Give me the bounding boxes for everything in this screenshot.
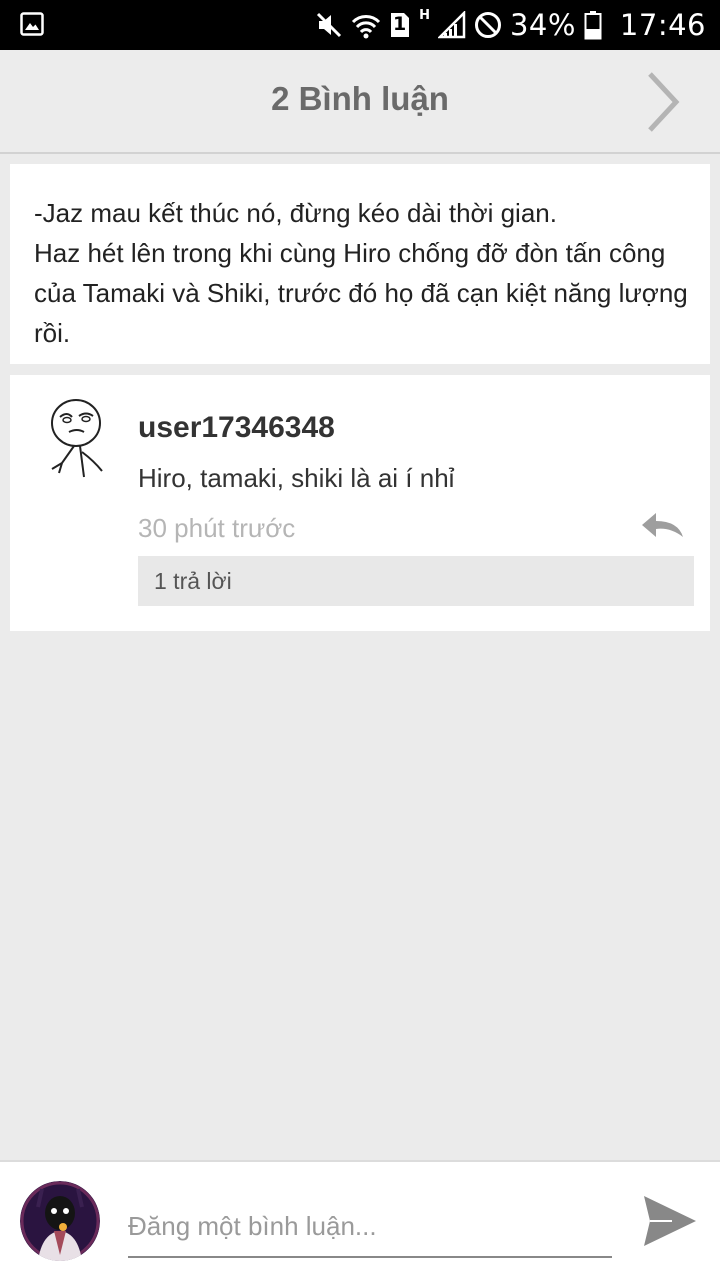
status-bar: 1 H 34% 17:46 — [0, 0, 720, 50]
post-card: -Jaz mau kết thúc nó, đừng kéo dài thời … — [10, 164, 710, 364]
page-title: 2 Bình luận — [271, 80, 449, 117]
mute-icon — [317, 12, 342, 38]
send-icon[interactable] — [642, 1194, 698, 1248]
reply-icon[interactable] — [640, 509, 686, 543]
wifi-icon — [351, 15, 381, 39]
post-text: -Jaz mau kết thúc nó, đừng kéo dài thời … — [34, 198, 688, 348]
comment-time: 30 phút trước — [138, 513, 296, 543]
sim-1-icon: 1 — [389, 11, 411, 39]
gallery-icon — [20, 12, 44, 36]
replies-button[interactable]: 1 trả lời — [138, 556, 694, 606]
user-avatar[interactable] — [20, 1181, 100, 1261]
sim-slot-label: 1 — [392, 13, 407, 35]
comment-input[interactable] — [128, 1196, 612, 1258]
comment-card: user17346348 Hiro, tamaki, shiki là ai í… — [10, 375, 710, 631]
blocked-icon — [474, 12, 501, 38]
chevron-right-icon[interactable] — [636, 70, 692, 134]
comment-input-bar — [0, 1160, 720, 1280]
rage-face-avatar[interactable] — [36, 397, 112, 481]
battery-percent: 34% — [509, 8, 576, 42]
replies-label: 1 trả lời — [154, 567, 232, 594]
network-type-label: H — [419, 8, 430, 23]
clock: 17:46 — [619, 8, 706, 42]
battery-icon — [584, 11, 602, 40]
app-header: 2 Bình luận — [0, 50, 720, 154]
comment-username[interactable]: user17346348 — [138, 411, 335, 445]
comment-text: Hiro, tamaki, shiki là ai í nhỉ — [138, 463, 455, 493]
signal-icon — [437, 11, 466, 39]
status-icons: 1 H 34% 17:46 — [315, 0, 706, 50]
